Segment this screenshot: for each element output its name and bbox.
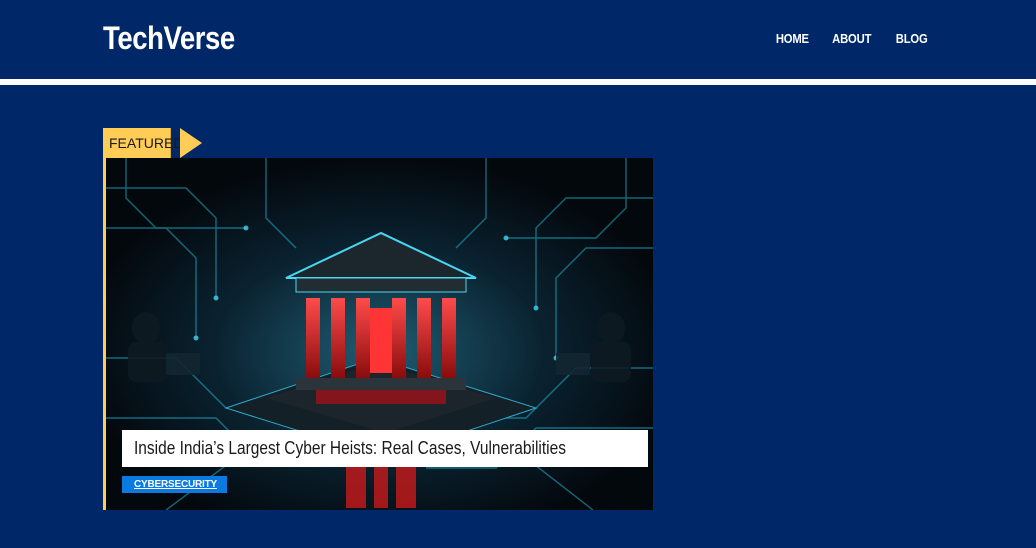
- header-divider: [0, 79, 1036, 85]
- site-logo[interactable]: TechVerse: [103, 20, 235, 57]
- featured-post-title-box[interactable]: Inside India’s Largest Cyber Heists: Rea…: [122, 430, 649, 467]
- featured-flag-arrow: [180, 128, 202, 158]
- nav-blog-link[interactable]: BLOG: [895, 32, 927, 46]
- featured-post-image[interactable]: Inside India’s Largest Cyber Heists: Rea…: [106, 158, 653, 510]
- nav-home-link[interactable]: HOME: [775, 32, 808, 46]
- featured-post: FEATURED Inside India’s Largest Cyber He…: [103, 128, 653, 510]
- nav-about-link[interactable]: ABOUT: [832, 32, 871, 46]
- category-badge[interactable]: CYBERSECURITY: [122, 476, 227, 493]
- featured-label: FEATURED: [103, 128, 183, 158]
- featured-post-title[interactable]: Inside India’s Largest Cyber Heists: Rea…: [134, 438, 566, 459]
- main-nav: HOME ABOUT BLOG: [774, 32, 929, 46]
- site-header: TechVerse HOME ABOUT BLOG: [0, 0, 1036, 79]
